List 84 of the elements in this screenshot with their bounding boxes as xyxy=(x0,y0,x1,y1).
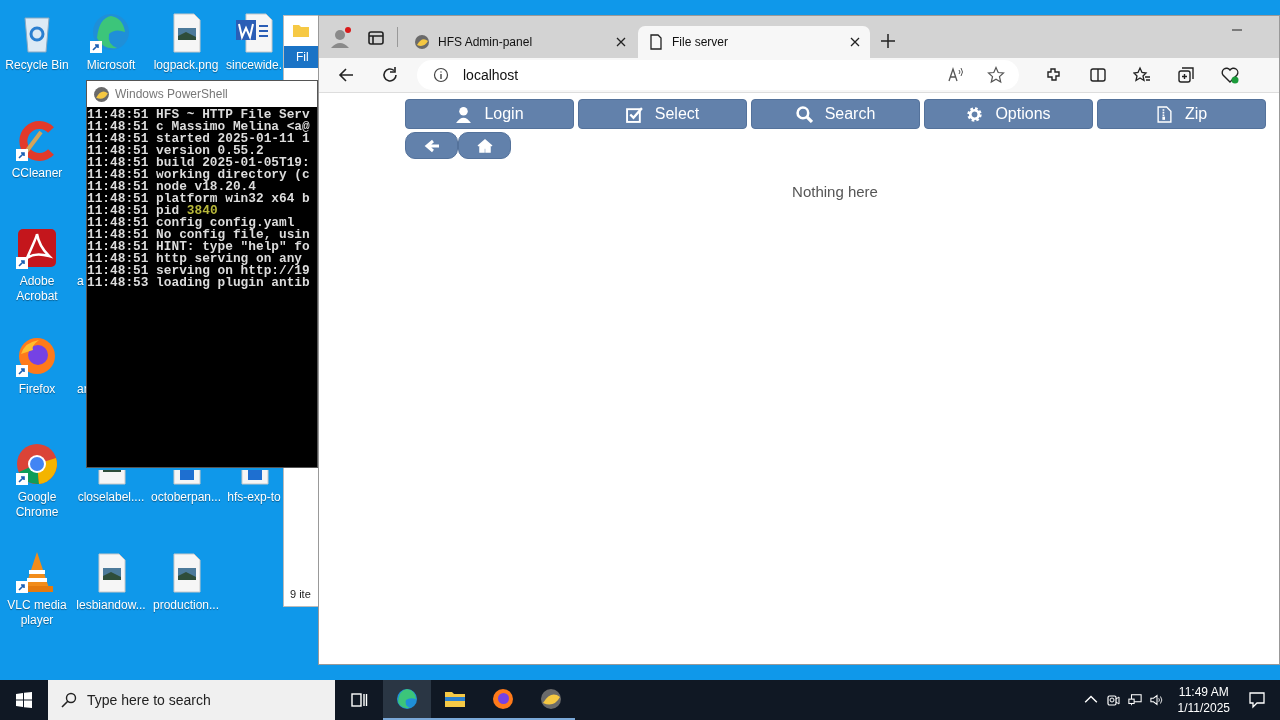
console-line: 11:48:51 c Massimo Melina <a@ xyxy=(87,121,311,133)
icon-label: lesbiandow... xyxy=(76,598,146,613)
empty-message: Nothing here xyxy=(791,183,879,200)
firefox-icon xyxy=(491,687,515,711)
icon-label: Adobe Acrobat xyxy=(15,274,59,304)
network-icon[interactable] xyxy=(1127,693,1142,707)
console-line: 11:48:51 version 0.55.2 xyxy=(87,145,264,157)
arrow-left-icon xyxy=(423,137,440,154)
back-icon[interactable] xyxy=(337,66,355,84)
star-icon[interactable] xyxy=(987,66,1005,84)
icon-label: VLC media player xyxy=(6,598,68,628)
console-line: 11:48:51 No config file, usin xyxy=(87,229,311,241)
extensions-icon[interactable] xyxy=(1045,66,1063,84)
checkbox-icon xyxy=(625,105,643,123)
search-button[interactable]: Search xyxy=(751,99,920,129)
page-icon xyxy=(648,34,664,50)
read-aloud-icon[interactable] xyxy=(947,66,965,84)
task-view-icon[interactable] xyxy=(350,691,368,709)
icon-label: closelabel.... xyxy=(77,490,145,505)
address-bar[interactable]: localhost xyxy=(417,60,1019,90)
user-icon xyxy=(455,105,473,123)
gear-icon xyxy=(966,105,984,123)
login-button[interactable]: Login xyxy=(405,99,574,129)
home-button[interactable] xyxy=(458,132,511,159)
tab-actions-icon[interactable] xyxy=(367,29,385,47)
start-icon[interactable] xyxy=(16,692,32,708)
favorites-icon[interactable] xyxy=(1133,66,1151,84)
app-icon xyxy=(539,687,563,711)
console-line: 11:48:51 http serving on any xyxy=(87,253,303,265)
volume-icon[interactable] xyxy=(1149,693,1164,707)
camera-icon[interactable] xyxy=(1105,693,1120,707)
notifications-icon[interactable] xyxy=(1248,691,1266,709)
console-line: 11:48:53 loading plugin antib xyxy=(87,277,311,289)
icon-label: production... xyxy=(152,598,219,613)
window-title: Windows PowerShell xyxy=(115,87,228,101)
options-button[interactable]: Options xyxy=(924,99,1093,129)
split-screen-icon[interactable] xyxy=(1089,66,1107,84)
console-line: 11:48:51 working directory (c xyxy=(87,169,311,181)
console-line: 11:48:51 HINT: type "help" fo xyxy=(87,241,311,253)
console-line: 11:48:51 platform win32 x64 b xyxy=(87,193,311,205)
acrobat-icon[interactable] xyxy=(15,226,59,270)
browser-tab[interactable]: HFS Admin-panel xyxy=(404,26,636,58)
console-line: 11:48:51 serving on http://19 xyxy=(87,265,311,277)
clock[interactable]: 11:49 AM 1/11/2025 xyxy=(1177,684,1230,716)
back-button[interactable] xyxy=(405,132,458,159)
console-line: 11:48:51 started 2025-01-11 1 xyxy=(87,133,311,145)
search-field[interactable]: Type here to search xyxy=(48,680,335,720)
zip-button[interactable]: Zip xyxy=(1097,99,1266,129)
new-tab-icon[interactable] xyxy=(880,33,896,49)
health-icon[interactable] xyxy=(1221,66,1239,84)
home-icon xyxy=(476,137,493,154)
select-button[interactable]: Select xyxy=(578,99,747,129)
collections-icon[interactable] xyxy=(1177,66,1195,84)
taskbar-button[interactable] xyxy=(383,680,431,720)
edge-icon xyxy=(395,687,419,711)
close-icon[interactable] xyxy=(616,37,626,47)
console-line: 11:48:51 build 2025-01-05T19: xyxy=(87,157,311,169)
icon-label: CCleaner xyxy=(11,166,63,181)
icon-label: logpack.png xyxy=(153,58,219,73)
browser-tab[interactable]: File server xyxy=(638,26,870,58)
zip-file-icon xyxy=(1155,105,1173,123)
icon-label: Microsoft xyxy=(86,58,136,73)
chrome-icon[interactable] xyxy=(15,442,59,486)
icon-label: octoberpan... xyxy=(150,490,222,505)
icon-label: hfs-exp-to xyxy=(227,490,281,505)
app-icon xyxy=(93,85,110,103)
profile-icon[interactable] xyxy=(329,26,353,50)
icon-label: Recycle Bin xyxy=(5,58,69,73)
ribbon-tab[interactable]: Fil xyxy=(284,46,318,68)
reload-icon[interactable] xyxy=(381,66,399,84)
search-icon xyxy=(795,105,813,123)
console-line: 11:48:51 node v18.20.4 xyxy=(87,181,256,193)
close-icon[interactable] xyxy=(850,37,860,47)
icon-label: sincewide. xyxy=(226,58,282,73)
console-line: 11:48:51 config config.yaml xyxy=(87,217,295,229)
app-icon xyxy=(414,34,430,50)
status-bar-text: 9 ite xyxy=(290,588,311,600)
console-line: 11:48:51 HFS ~ HTTP File Serv xyxy=(87,109,311,121)
icon-label: Google Chrome xyxy=(14,490,60,520)
icon-label: Firefox xyxy=(18,382,56,397)
console-line: 11:48:51 pid 3840 xyxy=(87,205,218,217)
search-icon xyxy=(61,692,77,708)
icon-label: a xyxy=(77,274,85,289)
info-icon[interactable] xyxy=(433,67,449,83)
